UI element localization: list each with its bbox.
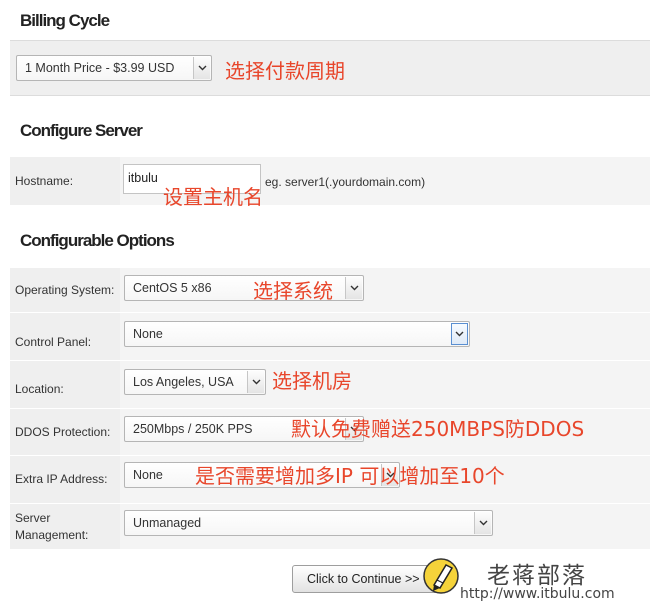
hostname-row: Hostname: itbulu eg. server1(.yourdomain… xyxy=(10,157,650,206)
ddos-value: 250Mbps / 250K PPS xyxy=(133,422,253,436)
os-value: CentOS 5 x86 xyxy=(133,281,212,295)
option-row-control-panel: Control Panel: None xyxy=(10,313,650,361)
os-annotation: 选择系统 xyxy=(253,279,333,303)
extra-ip-label: Extra IP Address: xyxy=(10,456,120,503)
control-panel-label: Control Panel: xyxy=(10,313,120,360)
location-label: Location: xyxy=(10,361,120,408)
location-select[interactable]: Los Angeles, USA xyxy=(124,369,266,395)
chevron-down-icon[interactable] xyxy=(345,277,362,299)
control-panel-select[interactable]: None xyxy=(124,321,470,347)
control-panel-field-cell: None xyxy=(120,313,650,360)
os-field-cell: CentOS 5 x86 xyxy=(120,268,650,312)
hostname-label: Hostname: xyxy=(10,157,120,205)
server-management-field-cell: Unmanaged xyxy=(120,504,650,549)
extra-ip-value: None xyxy=(133,468,163,482)
location-annotation: 选择机房 xyxy=(272,369,352,393)
configurable-options-title: Configurable Options xyxy=(20,231,175,250)
configure-server-title: Configure Server xyxy=(20,121,143,140)
chevron-down-icon[interactable] xyxy=(193,57,210,79)
ddos-label: DDOS Protection: xyxy=(10,409,120,455)
server-management-label: Server Management: xyxy=(10,504,120,549)
hostname-annotation: 设置主机名 xyxy=(163,185,263,209)
control-panel-value: None xyxy=(133,327,163,341)
billing-cycle-select[interactable]: 1 Month Price - $3.99 USD xyxy=(16,55,212,81)
watermark-url: http://www.itbulu.com xyxy=(460,586,615,602)
billing-cycle-title: Billing Cycle xyxy=(20,11,110,30)
location-field-cell: Los Angeles, USA xyxy=(120,361,650,408)
watermark-name: 老蒋部落 xyxy=(487,563,587,589)
server-management-value: Unmanaged xyxy=(133,516,202,530)
billing-cycle-value: 1 Month Price - $3.99 USD xyxy=(25,61,175,75)
chevron-down-icon[interactable] xyxy=(247,371,264,393)
billing-annotation: 选择付款周期 xyxy=(225,59,345,83)
ddos-annotation: 默认免费赠送250MBPS防DDOS xyxy=(291,417,585,441)
hostname-hint: eg. server1(.yourdomain.com) xyxy=(265,175,426,189)
chevron-down-icon[interactable] xyxy=(474,512,491,534)
extra-ip-annotation: 是否需要增加多IP 可以增加至10个 xyxy=(195,464,505,488)
server-management-select[interactable]: Unmanaged xyxy=(124,510,493,536)
os-label: Operating System: xyxy=(10,268,120,312)
pencil-logo-icon xyxy=(421,556,461,596)
option-row-server-management: Server Management: Unmanaged xyxy=(10,504,650,550)
continue-button[interactable]: Click to Continue >> xyxy=(292,565,440,593)
chevron-down-icon[interactable] xyxy=(451,323,468,345)
location-value: Los Angeles, USA xyxy=(133,375,234,389)
